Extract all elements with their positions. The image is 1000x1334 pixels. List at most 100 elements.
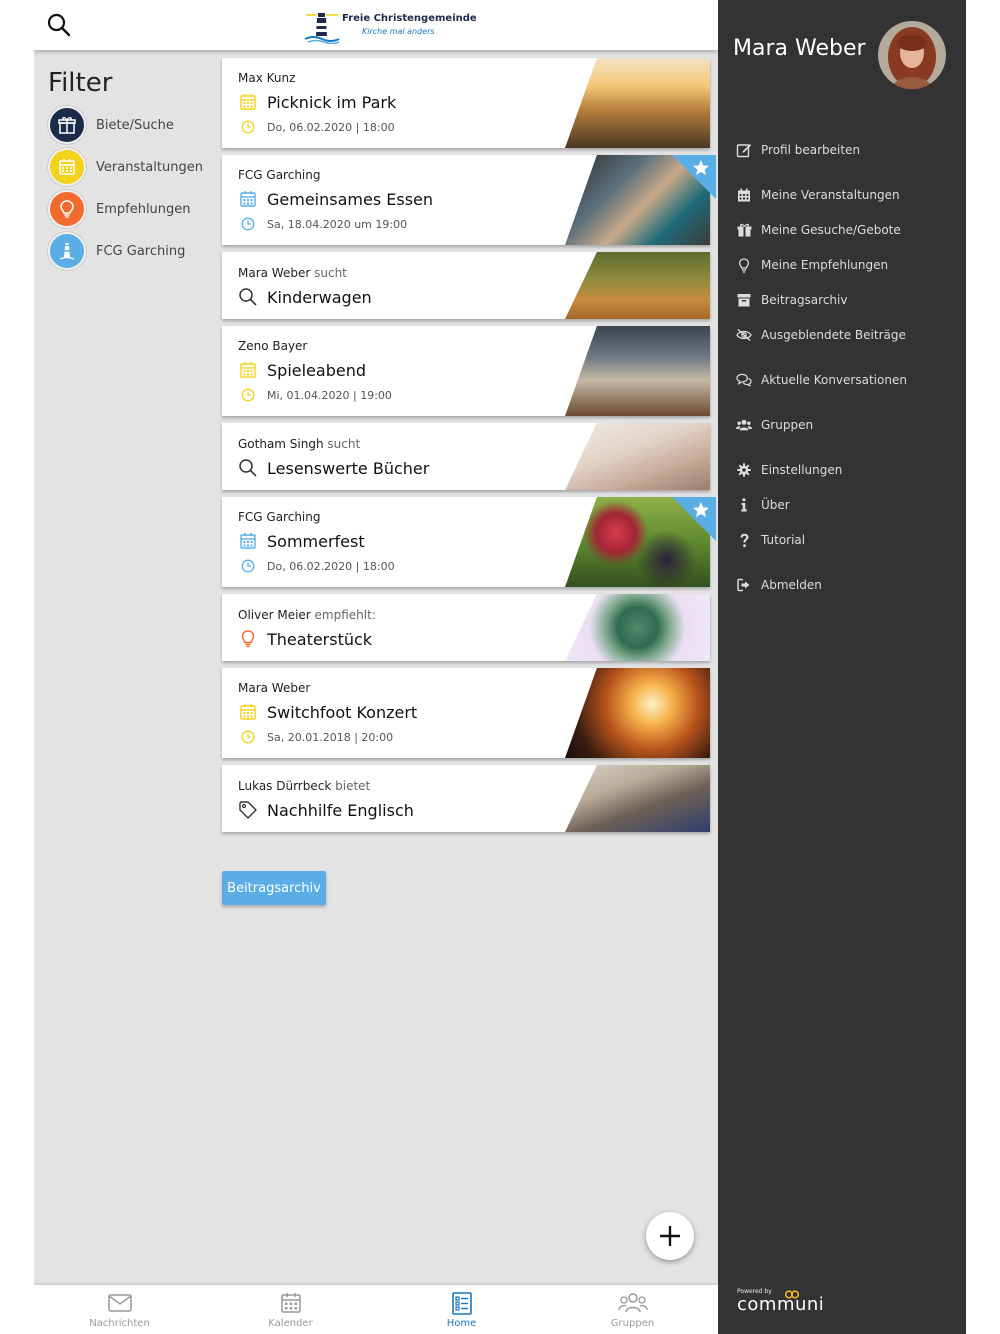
logo-subtitle: Kirche mal anders xyxy=(362,27,435,36)
menu-einstellungen[interactable]: Einstellungen xyxy=(736,460,842,480)
clock-icon xyxy=(238,729,258,745)
card-text: Mara Weber Switchfoot Konzert Sa, 20.01.… xyxy=(238,681,550,745)
nav-tab-gruppen[interactable]: Gruppen xyxy=(547,1285,718,1334)
menu-profil-bearbeiten[interactable]: Profil bearbeiten xyxy=(736,140,860,160)
nav-tab-nachrichten[interactable]: Nachrichten xyxy=(34,1285,205,1334)
author-verb: sucht xyxy=(323,437,361,451)
author-name: FCG Garching xyxy=(238,168,321,182)
card-text: Oliver Meier empfiehlt: Theaterstück xyxy=(238,608,550,649)
feed-card-nachhilfe-englisch[interactable]: Lukas Dürrbeck bietet Nachhilfe Englisch xyxy=(222,765,710,832)
card-title-row: Lesenswerte Bücher xyxy=(238,458,550,478)
family-walk-image xyxy=(565,252,710,319)
menu-abmelden[interactable]: Abmelden xyxy=(736,575,822,595)
card-author: Lukas Dürrbeck bietet xyxy=(238,779,550,793)
clock-icon xyxy=(238,119,258,135)
filter-item-empfehlungen[interactable]: Empfehlungen xyxy=(48,188,228,230)
users-icon xyxy=(617,1293,648,1313)
menu-meine-empfehlungen[interactable]: Meine Empfehlungen xyxy=(736,255,888,275)
gift-icon xyxy=(736,222,752,238)
plus-icon xyxy=(660,1226,680,1246)
calendar-icon xyxy=(238,360,258,380)
church-logo[interactable]: Freie Christengemeinde Kirche mal anders xyxy=(304,10,477,45)
card-title-row: Gemeinsames Essen xyxy=(238,189,550,209)
filter-item-biete-suche[interactable]: Biete/Suche xyxy=(48,104,228,146)
menu-gruppen[interactable]: Gruppen xyxy=(736,415,813,435)
filter-item-veranstaltungen[interactable]: Veranstaltungen xyxy=(48,146,228,188)
menu-ausgeblendete-beitraege[interactable]: Ausgeblendete Beiträge xyxy=(736,325,906,345)
menu-label: Abmelden xyxy=(761,578,822,592)
menu-meine-gesuche-gebote[interactable]: Meine Gesuche/Gebote xyxy=(736,220,901,240)
nav-tab-home[interactable]: Home xyxy=(376,1285,547,1334)
nav-label: Gruppen xyxy=(610,1318,655,1329)
feed-card-kinderwagen[interactable]: Mara Weber sucht Kinderwagen xyxy=(222,252,710,319)
lighthouse-logo-icon xyxy=(304,13,340,45)
menu-ueber[interactable]: Über xyxy=(736,495,790,515)
writing-notebook-image xyxy=(565,765,710,832)
gear-icon xyxy=(736,462,752,478)
feed-card-theaterstueck[interactable]: Oliver Meier empfiehlt: Theaterstück xyxy=(222,594,710,661)
succulent-image xyxy=(565,594,710,661)
filter-panel: Filter Biete/Suche Veranstaltungen Empfe… xyxy=(48,68,228,272)
card-author: Zeno Bayer xyxy=(238,339,550,353)
author-name: Lukas Dürrbeck xyxy=(238,779,332,793)
calendar-icon xyxy=(238,189,258,209)
card-text: FCG Garching Sommerfest Do, 06.02.2020 |… xyxy=(238,510,550,574)
author-name: Mara Weber xyxy=(238,266,311,280)
card-date: Do, 06.02.2020 | 18:00 xyxy=(267,559,395,573)
filter-item-fcg-garching[interactable]: FCG Garching xyxy=(48,230,228,272)
search-icon[interactable] xyxy=(46,12,72,38)
card-text: Mara Weber sucht Kinderwagen xyxy=(238,266,550,307)
card-title-row: Nachhilfe Englisch xyxy=(238,800,550,820)
chess-game-image xyxy=(565,326,710,416)
menu-label: Beitragsarchiv xyxy=(761,293,848,307)
feed-card-gemeinsames-essen[interactable]: FCG Garching Gemeinsames Essen Sa, 18.04… xyxy=(222,155,716,245)
card-author: Mara Weber xyxy=(238,681,550,695)
communi-mark-icon xyxy=(785,1290,799,1299)
card-text: Lukas Dürrbeck bietet Nachhilfe Englisch xyxy=(238,779,550,820)
menu-beitragsarchiv[interactable]: Beitragsarchiv xyxy=(736,290,847,310)
filter-label: FCG Garching xyxy=(96,243,186,259)
add-post-button[interactable] xyxy=(646,1212,694,1260)
menu-label: Ausgeblendete Beiträge xyxy=(761,328,906,342)
card-text: Gotham Singh sucht Lesenswerte Bücher xyxy=(238,437,550,478)
card-date-row: Do, 06.02.2020 | 18:00 xyxy=(238,119,550,135)
author-name: Mara Weber xyxy=(238,681,311,695)
author-verb: bietet xyxy=(331,779,371,793)
menu-meine-veranstaltungen[interactable]: Meine Veranstaltungen xyxy=(736,185,900,205)
communi-logo: Powered by communi xyxy=(737,1288,837,1316)
card-text: FCG Garching Gemeinsames Essen Sa, 18.04… xyxy=(238,168,550,232)
archive-icon xyxy=(736,292,752,308)
clock-icon xyxy=(238,216,258,232)
menu-aktuelle-konversationen[interactable]: Aktuelle Konversationen xyxy=(736,370,907,390)
author-name: Gotham Singh xyxy=(238,437,324,451)
card-text: Zeno Bayer Spieleabend Mi, 01.04.2020 | … xyxy=(238,339,550,403)
concert-image xyxy=(565,668,710,758)
nav-tab-kalender[interactable]: Kalender xyxy=(205,1285,376,1334)
menu-label: Meine Empfehlungen xyxy=(761,258,889,272)
archive-button[interactable]: Beitragsarchiv xyxy=(222,871,326,905)
side-drawer: Mara Weber Profil bearbeiten Meine Veran… xyxy=(718,0,966,1334)
feed-card-lesenswerte-buecher[interactable]: Gotham Singh sucht Lesenswerte Bücher xyxy=(222,423,710,490)
feed-card-sommerfest[interactable]: FCG Garching Sommerfest Do, 06.02.2020 |… xyxy=(222,497,716,587)
top-bar: Freie Christengemeinde Kirche mal anders xyxy=(34,0,718,50)
mail-icon xyxy=(107,1294,132,1312)
chat-icon xyxy=(736,372,752,388)
card-title-row: Switchfoot Konzert xyxy=(238,702,550,722)
star-badge-icon xyxy=(672,497,716,541)
feed-card-spieleabend[interactable]: Zeno Bayer Spieleabend Mi, 01.04.2020 | … xyxy=(222,326,710,416)
feed-card-switchfoot-konzert[interactable]: Mara Weber Switchfoot Konzert Sa, 20.01.… xyxy=(222,668,710,758)
picnic-park-image xyxy=(565,58,710,148)
card-title: Theaterstück xyxy=(267,629,373,649)
menu-label: Aktuelle Konversationen xyxy=(761,373,907,387)
avatar[interactable] xyxy=(878,21,946,89)
nav-label: Home xyxy=(446,1318,477,1329)
card-author: FCG Garching xyxy=(238,168,550,182)
search-icon xyxy=(238,458,258,478)
card-author: FCG Garching xyxy=(238,510,550,524)
menu-tutorial[interactable]: Tutorial xyxy=(736,530,805,550)
card-title-row: Kinderwagen xyxy=(238,287,550,307)
filter-label: Veranstaltungen xyxy=(96,159,203,175)
eye-slash-icon xyxy=(736,327,752,343)
users-icon xyxy=(736,417,752,433)
feed-card-picknick[interactable]: Max Kunz Picknick im Park Do, 06.02.2020… xyxy=(222,58,710,148)
